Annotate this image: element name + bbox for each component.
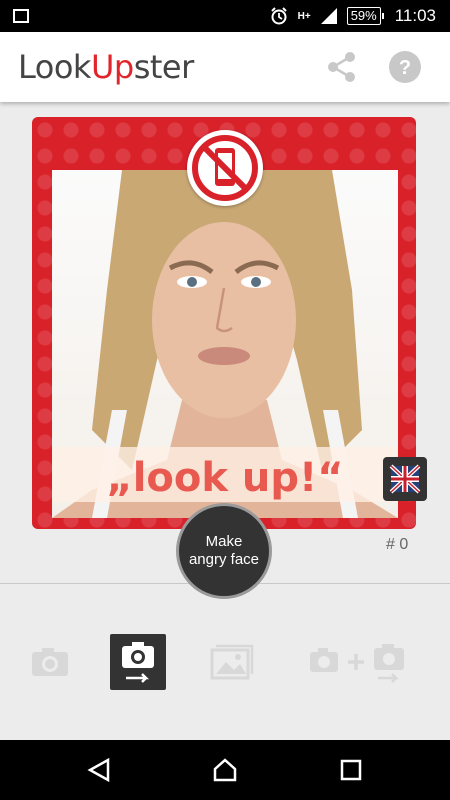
home-icon[interactable] <box>212 758 238 782</box>
help-icon[interactable]: ? <box>388 50 422 84</box>
language-button[interactable] <box>383 457 427 501</box>
camera-switch-icon <box>122 642 154 683</box>
logo-up: Up <box>90 48 134 86</box>
camera-plus-camera-icon[interactable] <box>308 634 408 690</box>
back-icon[interactable] <box>86 758 112 782</box>
slogan-text: „look up!“ <box>106 455 344 501</box>
action-label: Make angry face <box>188 533 260 568</box>
logo-ster: ster <box>133 48 195 86</box>
slogan-band: „look up!“ <box>52 447 398 502</box>
status-bar: H+ 59% 11:03 <box>0 0 450 32</box>
make-angry-face-button[interactable]: Make angry face <box>176 503 272 599</box>
camera-icon[interactable] <box>28 634 72 690</box>
alarm-icon <box>270 7 287 25</box>
logo-look: Look <box>18 48 91 86</box>
signal-icon <box>320 8 337 24</box>
app-bar: LookUpster ? <box>0 32 450 102</box>
status-right: H+ 59% 11:03 <box>270 5 436 27</box>
share-icon[interactable] <box>325 50 359 84</box>
no-phone-badge <box>187 130 263 206</box>
svg-text:?: ? <box>399 57 411 79</box>
clock: 11:03 <box>394 6 436 25</box>
image-notification-icon <box>13 9 29 23</box>
gallery-icon[interactable] <box>208 634 254 690</box>
network-type: H+ <box>297 10 311 22</box>
uk-flag-icon <box>389 464 421 494</box>
recents-icon[interactable] <box>340 759 362 781</box>
look-counter: # 0 <box>386 536 409 553</box>
navigation-bar <box>0 740 450 800</box>
no-phone-icon <box>192 135 258 201</box>
battery-level: 59% <box>346 7 384 25</box>
app-logo: LookUpster <box>18 48 194 86</box>
camera-switch-button[interactable] <box>110 634 166 690</box>
